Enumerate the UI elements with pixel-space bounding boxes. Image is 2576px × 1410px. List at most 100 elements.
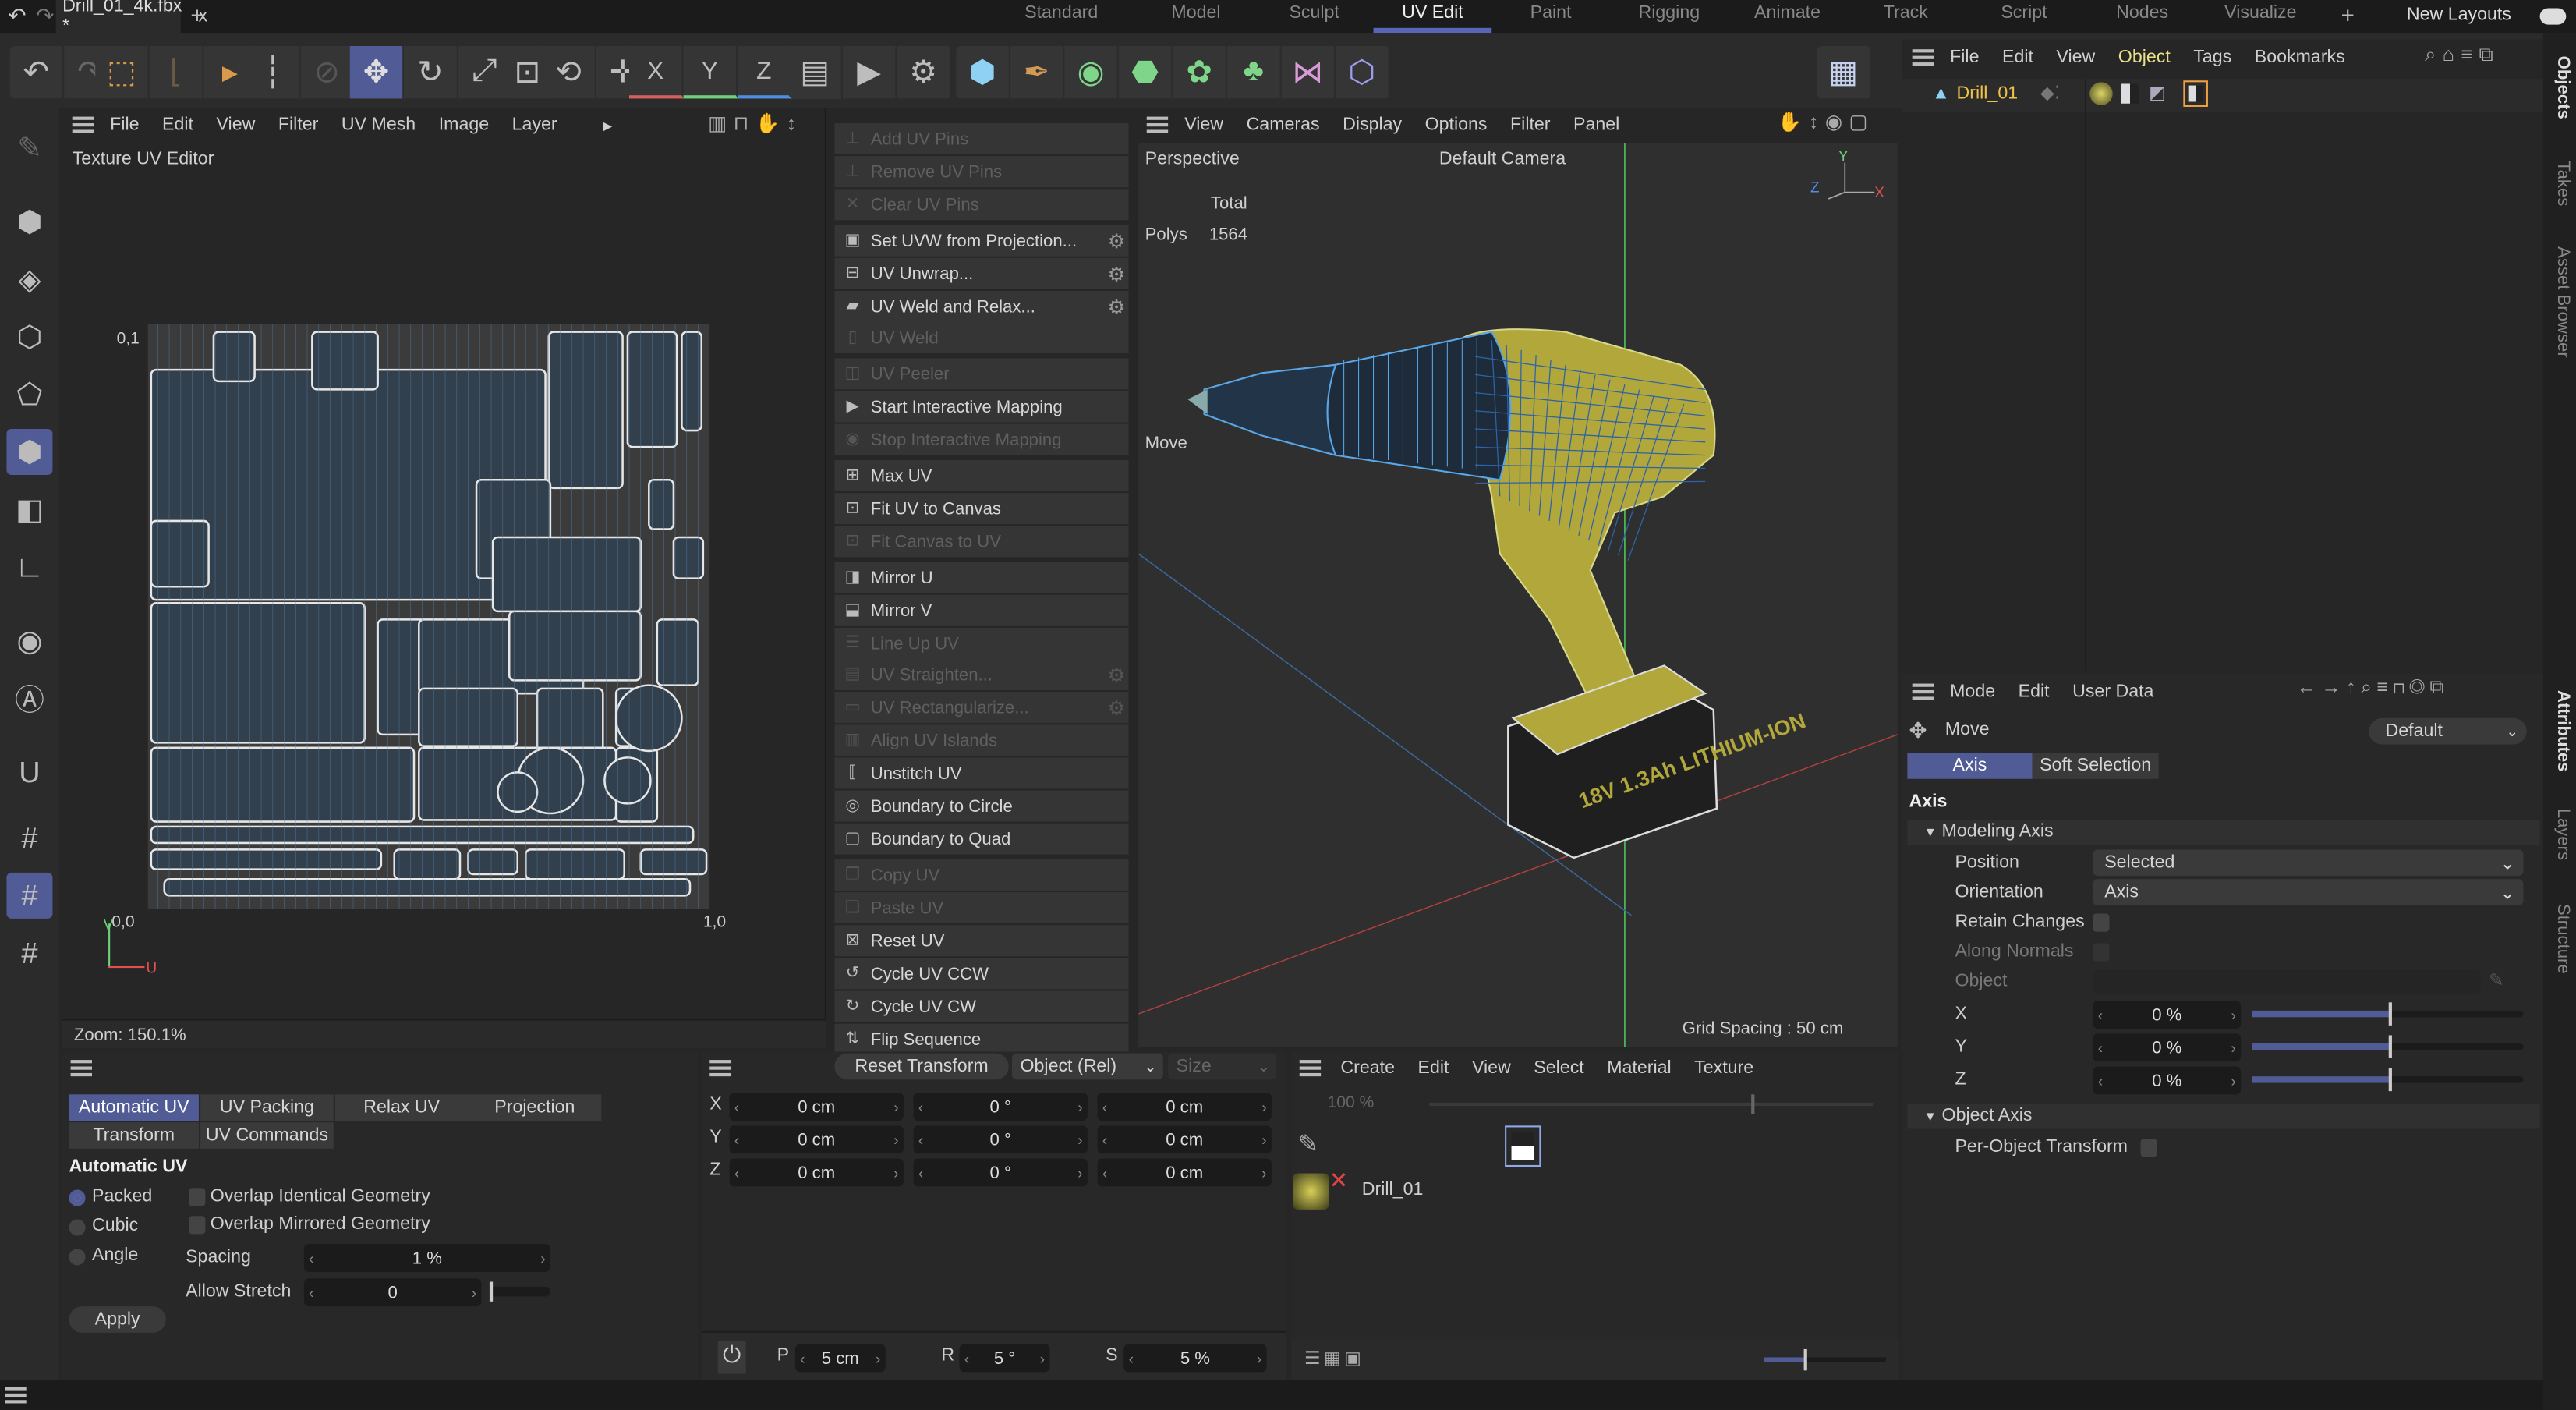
tab-automatic-uv[interactable]: Automatic UV xyxy=(69,1094,199,1121)
uv-command[interactable]: ◨ Mirror U xyxy=(834,562,1129,593)
menu-layer[interactable]: Layer xyxy=(512,115,557,134)
panel-menu-icon[interactable] xyxy=(1912,49,1934,66)
undo-icon[interactable]: ↶ xyxy=(9,3,27,30)
slider-handle[interactable] xyxy=(1751,1094,1755,1114)
symmetry-off-icon[interactable]: ⊘ xyxy=(301,45,356,99)
radio-angle[interactable] xyxy=(69,1249,86,1266)
uv-island[interactable] xyxy=(311,331,379,391)
apply-button[interactable]: Apply xyxy=(69,1306,166,1333)
uv-island[interactable] xyxy=(656,618,699,686)
uv-command[interactable]: ↻ Cycle UV CW xyxy=(834,990,1129,1022)
edges-mode-icon[interactable]: ⬠ xyxy=(6,371,52,417)
polygons-mode-icon[interactable]: ⬢ xyxy=(6,428,53,475)
live-selection-icon[interactable]: ⬚ xyxy=(95,45,150,99)
slider-handle[interactable] xyxy=(2387,1068,2391,1092)
uv-island[interactable] xyxy=(508,610,642,682)
edit-mode-icon[interactable]: ✎ xyxy=(6,125,52,171)
uv-command[interactable]: ◫ UV Peeler xyxy=(834,358,1129,390)
uv-island[interactable] xyxy=(150,746,416,823)
allow-stretch-field[interactable]: ‹ 0 › xyxy=(303,1278,482,1307)
snap-grid-icon[interactable]: # xyxy=(6,815,52,861)
tab-asset-browser[interactable]: Asset Browser xyxy=(2553,246,2572,358)
redo-icon[interactable]: ↷ xyxy=(36,3,54,30)
uv-island[interactable] xyxy=(163,878,692,897)
coord-s-x-field[interactable]: ‹ 0 cm › xyxy=(1097,1093,1272,1121)
offset-z-slider[interactable] xyxy=(2252,1068,2524,1092)
uv-canvas[interactable] xyxy=(147,324,710,909)
uv-command[interactable]: ⊟ UV Unwrap... ⚙ xyxy=(834,257,1129,289)
new-layouts-button[interactable]: New Layouts xyxy=(2407,5,2511,24)
snap-active-icon[interactable]: # xyxy=(6,872,53,919)
uv-island[interactable] xyxy=(525,848,625,880)
menu-view[interactable]: View xyxy=(1184,115,1223,134)
object-axis-header[interactable]: ▼ Object Axis xyxy=(1907,1104,2540,1129)
layout-tab[interactable]: Animate xyxy=(1729,0,1847,33)
menu-uv-mesh[interactable]: UV Mesh xyxy=(341,115,416,134)
menu-filter[interactable]: Filter xyxy=(278,115,319,134)
deformer-icon[interactable]: ⋈ xyxy=(1282,45,1336,99)
tab-takes[interactable]: Takes xyxy=(2553,161,2572,206)
field-icon[interactable]: ⬡ xyxy=(1336,45,1390,99)
layout-tab[interactable]: Model xyxy=(1137,0,1255,33)
offset-x-slider[interactable] xyxy=(2252,1002,2524,1026)
gear-icon[interactable]: ⚙ xyxy=(1108,663,1126,686)
visibility-dots-icon[interactable]: ◆⁚ xyxy=(2040,82,2060,103)
layout-tab[interactable]: Track xyxy=(1846,0,1965,33)
menu-edit[interactable]: Edit xyxy=(162,115,193,134)
uv-command[interactable]: ◉ Stop Interactive Mapping xyxy=(834,423,1129,455)
offset-y-field[interactable]: ‹ 0 % › xyxy=(2093,1033,2242,1062)
coord-p-x-field[interactable]: ‹ 0 cm › xyxy=(729,1093,904,1121)
mesh-mode-icon[interactable]: ◈ xyxy=(6,257,52,303)
tab-projection[interactable]: Projection xyxy=(468,1094,602,1121)
radio-packed[interactable] xyxy=(69,1189,86,1206)
document-tab[interactable]: Drill_01_4k.fbx * x xyxy=(55,0,207,36)
uv-island[interactable] xyxy=(150,519,210,588)
layout-tab[interactable]: Script xyxy=(1965,0,2083,33)
add-tab-icon[interactable]: + xyxy=(190,2,203,28)
tab-axis[interactable]: Axis xyxy=(1907,753,2033,779)
add-layout-icon[interactable]: + xyxy=(2341,2,2355,28)
menu-view[interactable]: View xyxy=(217,115,256,134)
uv-command[interactable]: ▣ Set UVW from Projection... ⚙ xyxy=(834,225,1129,257)
uv-command[interactable]: ❐ Copy UV xyxy=(834,859,1129,891)
viewport-nav-icons[interactable]: ✋↕◉▢ xyxy=(1778,110,1874,133)
position-dropdown[interactable]: Selected ⌄ xyxy=(2093,849,2524,877)
z-axis-lock[interactable]: Z xyxy=(738,45,792,99)
subdivision-icon[interactable]: ◉ xyxy=(1064,45,1119,99)
layout-tab[interactable]: Standard xyxy=(985,0,1137,33)
coordinate-mode-dropdown[interactable]: Object (Rel) ⌄ xyxy=(1011,1053,1163,1080)
layout-tab[interactable]: UV Edit xyxy=(1373,0,1492,34)
uv-command[interactable]: ⊠ Reset UV xyxy=(834,925,1129,957)
object-manager-icons[interactable]: ⌕⌂≡⧉ xyxy=(2425,43,2500,68)
rectangle-selection-icon[interactable]: ⌊ xyxy=(150,45,204,99)
slider-handle[interactable] xyxy=(2387,1002,2391,1026)
uv-view-controls-icon[interactable]: ▥⊓✋↕ xyxy=(708,112,802,134)
coord-r-x-field[interactable]: ‹ 0 ° › xyxy=(913,1093,1088,1121)
overlap-identical-checkbox[interactable] xyxy=(189,1188,206,1206)
object-link-field[interactable] xyxy=(2093,969,2481,994)
drill-bit-holder[interactable] xyxy=(1203,363,1337,457)
symmetry-icon[interactable]: ┆ xyxy=(246,45,301,99)
camera-label[interactable]: Default Camera xyxy=(1439,150,1566,169)
uv-island[interactable] xyxy=(681,331,702,432)
offset-x-field[interactable]: ‹ 0 % › xyxy=(2093,1001,2242,1029)
step-r-field[interactable]: ‹ 5 ° › xyxy=(959,1344,1050,1373)
uv-island[interactable] xyxy=(150,848,383,870)
uv-command[interactable]: ▶ Start Interactive Mapping xyxy=(834,391,1129,423)
menu-display[interactable]: Display xyxy=(1343,115,1402,134)
uv-command[interactable]: ⊥ Remove UV Pins xyxy=(834,156,1129,188)
uv-command[interactable]: ▯ UV Weld xyxy=(834,321,1129,354)
panel-menu-icon[interactable] xyxy=(709,1060,731,1077)
panel-menu-icon[interactable] xyxy=(70,1060,92,1077)
render-view-icon[interactable]: ▶ xyxy=(843,45,897,99)
menu-mode[interactable]: Mode xyxy=(1950,682,1995,701)
more-menu-icon[interactable]: ▸ xyxy=(603,114,613,136)
render-settings-icon[interactable]: ⚙ xyxy=(897,45,952,99)
per-object-checkbox[interactable] xyxy=(2140,1139,2157,1157)
texture-icon[interactable] xyxy=(1505,1125,1541,1167)
tab-transform[interactable]: Transform xyxy=(69,1122,199,1149)
volume-icon[interactable]: ♣ xyxy=(1227,45,1282,99)
uv-command[interactable]: ↺ Cycle UV CCW xyxy=(834,958,1129,990)
axis-rotate-icon[interactable]: ⟲ xyxy=(542,45,596,99)
retain-changes-checkbox[interactable] xyxy=(2093,913,2110,932)
